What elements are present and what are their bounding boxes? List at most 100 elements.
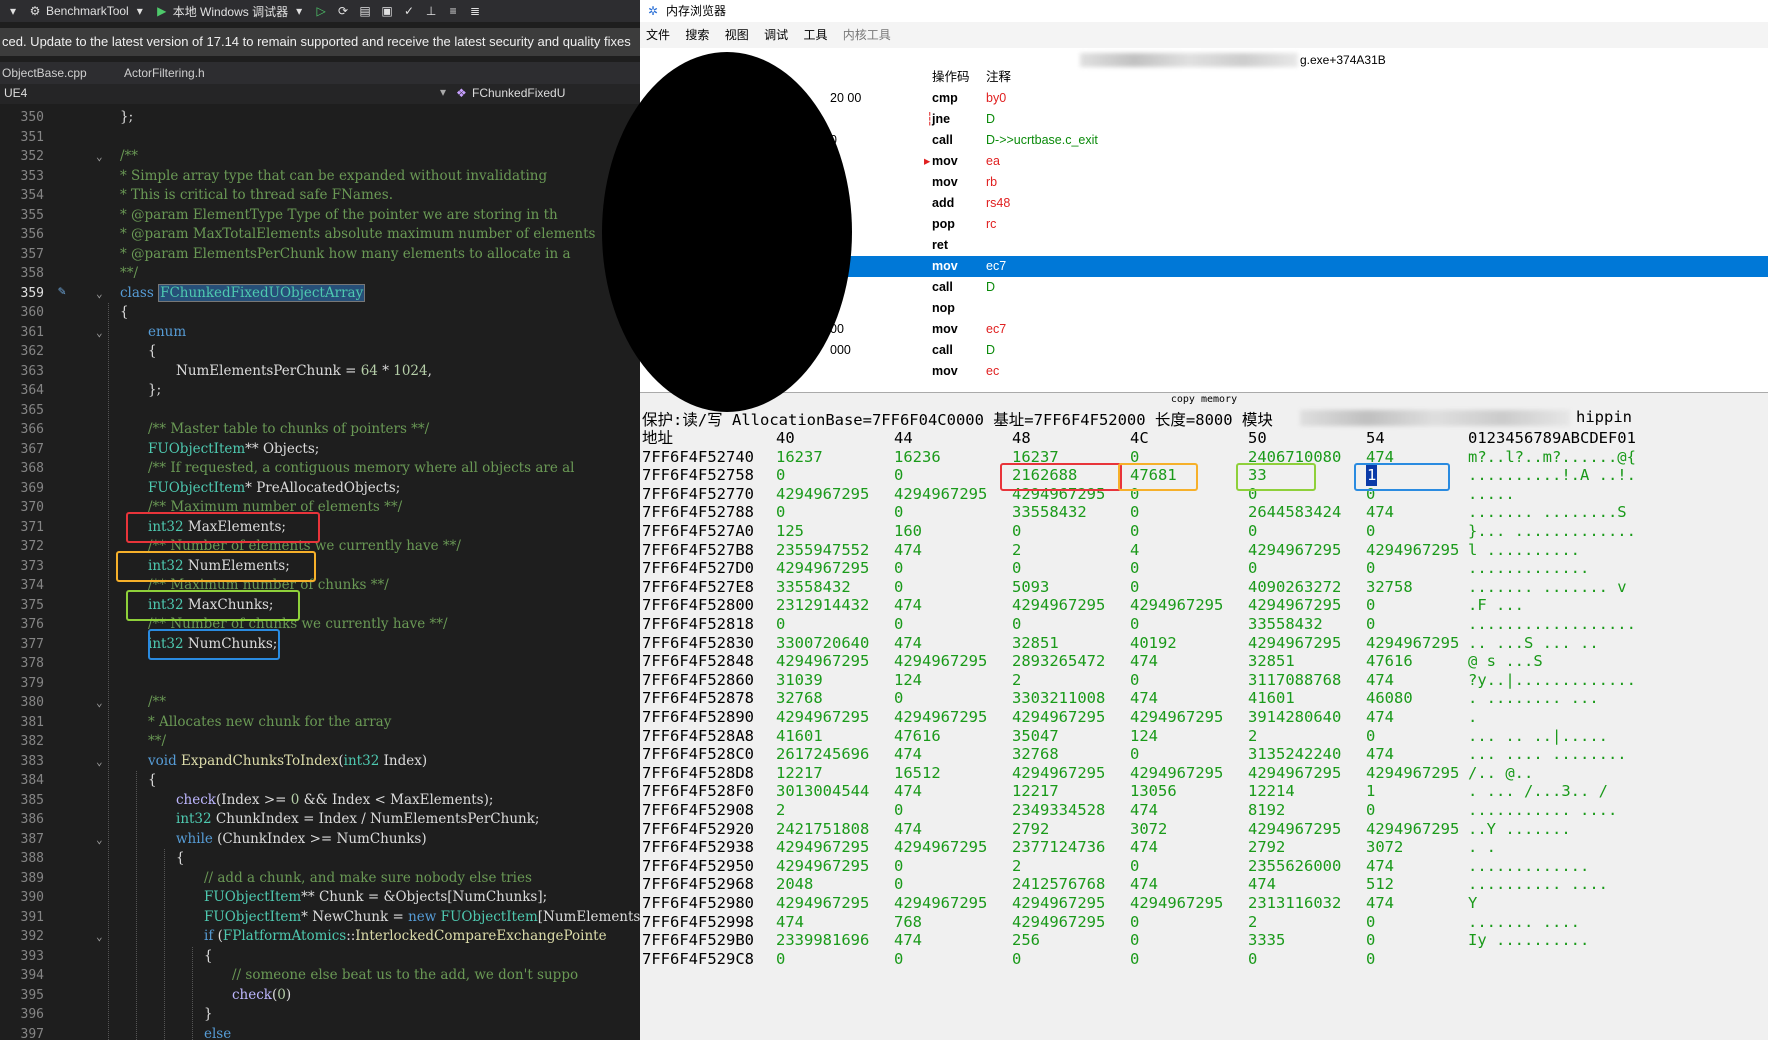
code-line[interactable]: class FChunkedFixedUObjectArray (120, 283, 366, 304)
code-line[interactable]: FUObjectItem** Chunk = &Objects[NumChunk… (204, 888, 547, 908)
hex-value[interactable]: 2377124736 (1012, 837, 1105, 858)
fold-chevron-icon[interactable]: ⌄ (96, 927, 103, 947)
code-line[interactable]: **/ (120, 264, 138, 284)
address-bar[interactable]: g.exe+374A31B (640, 48, 1768, 73)
hex-value[interactable]: 2893265472 (1012, 651, 1105, 672)
line-number: 388 (20, 851, 44, 866)
hex-view[interactable]: 保护:读/写 AllocationBase=7FF6F04C0000 基址=7F… (640, 406, 1768, 1040)
hex-value[interactable]: 0 (776, 949, 785, 970)
hex-value[interactable]: 4294967295 (894, 484, 987, 505)
outdent-icon[interactable]: ≣ (468, 4, 482, 18)
protection-text: 保护:读/写 AllocationBase=7FF6F04C0000 基址=7F… (642, 411, 1273, 429)
code-line[interactable]: FUObjectItem* NewChunk = new FUObjectIte… (204, 908, 640, 928)
hex-value[interactable]: 0 (1012, 949, 1021, 970)
code-line[interactable]: * Simple array type that can be expanded… (120, 167, 547, 187)
fold-chevron-icon[interactable]: ⌄ (96, 693, 103, 713)
code-line[interactable]: check(Index >= 0 && Index < MaxElements)… (176, 791, 493, 811)
code-line[interactable]: // someone else beat us to the add, we d… (232, 966, 578, 986)
fold-chevron-icon[interactable]: ⌄ (96, 284, 103, 304)
code-line[interactable]: enum (148, 323, 186, 343)
line-number: 359 (20, 285, 44, 301)
hex-value[interactable]: 4294967295 (1130, 595, 1223, 616)
code-line[interactable]: // add a chunk, and make sure nobody els… (204, 869, 532, 889)
hex-value[interactable]: 4294967295 (1366, 763, 1459, 784)
project-dropdown[interactable]: UE4 (4, 86, 27, 100)
hex-value[interactable]: 4294967295 (1130, 893, 1223, 914)
chevron-down-icon: ▾ (296, 4, 303, 18)
menu-view[interactable]: 视图 (725, 28, 749, 42)
config-dropdown[interactable]: ⚙ BenchmarkTool ▾ (28, 4, 147, 18)
hex-value[interactable]: 2313116032 (1248, 893, 1341, 914)
run-without-debug-icon[interactable]: ▷ (314, 4, 328, 18)
tab-objectbase[interactable]: ObjectBase.cpp (2, 66, 87, 80)
code-line[interactable]: int32 ChunkIndex = Index / NumElementsPe… (176, 810, 539, 830)
code-line[interactable]: /** Master table to chunks of pointers *… (148, 420, 429, 440)
align-icon[interactable]: ⊥ (424, 4, 438, 18)
code-line[interactable]: FUObjectItem* PreAllocatedObjects; (148, 479, 400, 499)
dropdown-arrow-icon[interactable]: ▾ (6, 4, 20, 18)
code-line[interactable]: void ExpandChunksToIndex(int32 Index) (148, 752, 427, 772)
code-line[interactable]: { (176, 849, 185, 869)
fold-chevron-icon[interactable]: ⌄ (96, 323, 103, 343)
menu-tools[interactable]: 工具 (803, 28, 827, 42)
folder-icon[interactable]: ▤ (358, 4, 372, 18)
hex-value[interactable]: 0 (1248, 949, 1257, 970)
hex-value[interactable]: 4294967295 (1012, 595, 1105, 616)
code-line[interactable]: check(0) (232, 986, 291, 1006)
hex-value[interactable]: 0 (1366, 949, 1375, 970)
hex-value[interactable]: 0 (1130, 949, 1139, 970)
code-line[interactable]: { (204, 947, 213, 967)
hex-value[interactable]: 2644583424 (1248, 502, 1341, 523)
hex-value[interactable]: 4294967295 (1366, 540, 1459, 561)
menu-debug[interactable]: 调试 (764, 28, 788, 42)
code-line[interactable]: }; (148, 381, 161, 401)
code-line[interactable]: /** If requested, a contiguous memory wh… (148, 459, 574, 479)
line-number: 378 (20, 656, 44, 671)
code-line[interactable]: **/ (148, 732, 166, 752)
code-line[interactable]: }; (120, 108, 133, 128)
fold-chevron-icon[interactable]: ⌄ (96, 752, 103, 772)
indent-icon[interactable]: ≡ (446, 4, 460, 18)
code-line[interactable]: * @param ElementsPerChunk how many eleme… (120, 245, 571, 265)
disasm-operand: D (986, 280, 996, 294)
hex-value[interactable]: 2339981696 (776, 930, 869, 951)
code-line[interactable]: /** (120, 147, 138, 167)
hex-value[interactable]: 4294967295 (894, 837, 987, 858)
fold-chevron-icon[interactable]: ⌄ (96, 830, 103, 850)
line-number: 395 (20, 987, 44, 1003)
start-debugger-button[interactable]: ▶ 本地 Windows 调试器 ▾ (155, 3, 306, 20)
hex-value[interactable]: 4294967295 (1248, 540, 1341, 561)
hex-value[interactable]: 2312914432 (776, 595, 869, 616)
code-editor[interactable]: 350}; 351 352 ⌄ /** 353 * Simple array type th… (0, 104, 640, 1040)
code-line[interactable]: * This is critical to thread safe FNames… (120, 186, 393, 206)
code-line[interactable]: { (148, 771, 157, 791)
code-line[interactable]: else (204, 1025, 231, 1040)
menu-search[interactable]: 搜索 (685, 28, 709, 42)
code-line[interactable]: NumElementsPerChunk = 64 * 1024, (176, 362, 432, 382)
hex-value[interactable]: 0 (894, 949, 903, 970)
code-line[interactable]: while (ChunkIndex >= NumChunks) (176, 830, 427, 850)
hex-value[interactable]: 3013004544 (776, 781, 869, 802)
spellcheck-icon[interactable]: ✓ (402, 4, 416, 18)
layout-icon[interactable]: ▣ (380, 4, 394, 18)
refresh-icon[interactable]: ⟳ (336, 4, 350, 18)
hex-value[interactable]: 4294967295 (776, 484, 869, 505)
line-number: 371 (20, 519, 44, 535)
code-line[interactable]: } (204, 1005, 213, 1025)
code-line[interactable]: * @param ElementType Type of the pointer… (120, 206, 558, 226)
code-line[interactable]: { (120, 303, 129, 323)
code-line[interactable]: if (FPlatformAtomics::InterlockedCompare… (204, 927, 607, 947)
menu-kernel-tools[interactable]: 内核工具 (843, 28, 891, 42)
code-line[interactable]: { (148, 342, 157, 362)
code-line[interactable]: * Allocates new chunk for the array (148, 713, 391, 733)
code-line[interactable]: * @param MaxTotalElements absolute maxim… (120, 225, 595, 245)
scope-dropdown[interactable]: FChunkedFixedU (472, 86, 565, 100)
hex-value[interactable]: 3914280640 (1248, 707, 1341, 728)
chevron-down-icon[interactable]: ▾ (440, 85, 446, 99)
menu-file[interactable]: 文件 (646, 28, 670, 42)
fold-chevron-icon[interactable]: ⌄ (96, 147, 103, 167)
hex-value[interactable]: 33558432 (1012, 502, 1087, 523)
code-line[interactable]: FUObjectItem** Objects; (148, 440, 319, 460)
tab-actorfiltering[interactable]: ActorFiltering.h (124, 66, 205, 80)
code-line[interactable]: /** (148, 693, 166, 713)
